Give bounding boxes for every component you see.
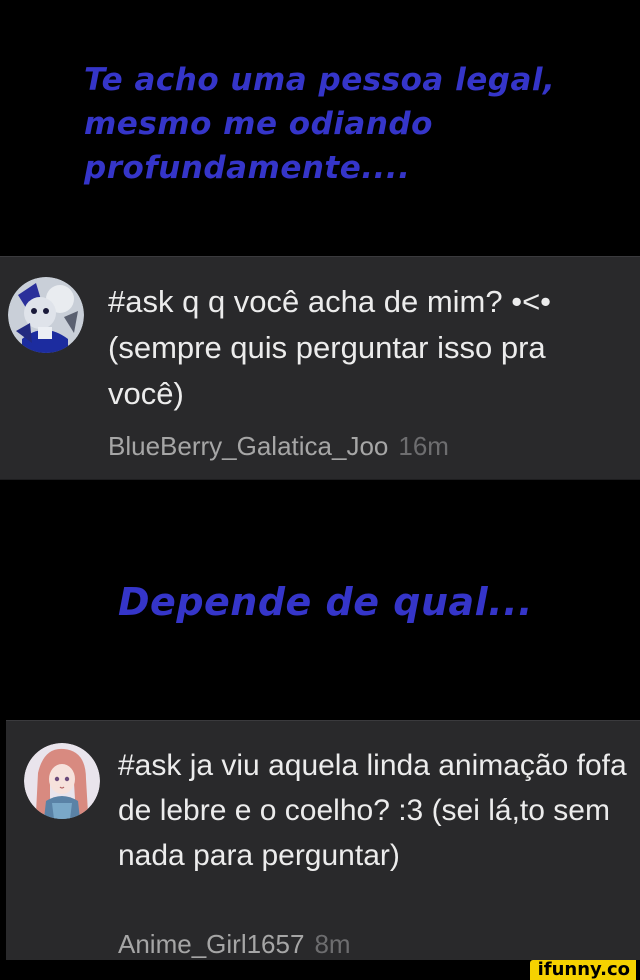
question-meta: BlueBerry_Galatica_Joo 16m [108,431,449,462]
timestamp: 16m [398,431,449,461]
username-link[interactable]: BlueBerry_Galatica_Joo [108,431,388,461]
question-card-2[interactable]: #ask ja viu aquela linda animação fofa d… [6,720,640,962]
anime-girl-avatar-icon[interactable] [24,743,100,819]
blue-character-avatar-icon[interactable] [8,277,84,353]
question-card-1[interactable]: #ask q q você acha de mim? •<• (sempre q… [0,256,640,480]
question-text: #ask ja viu aquela linda animação fofa d… [118,749,627,872]
answer-text-2: Depende de qual... [118,580,533,624]
answer-text-1: Te acho uma pessoa legal, mesmo me odian… [84,62,556,186]
username-link[interactable]: Anime_Girl1657 [118,929,304,959]
ifunny-watermark-logo: ifunny.co [529,960,636,980]
timestamp: 8m [314,929,351,959]
bottom-bar: ifunny.co [0,960,640,980]
question-text: #ask q q você acha de mim? •<• (sempre q… [108,284,552,411]
question-meta: Anime_Girl1657 8m [118,929,351,960]
